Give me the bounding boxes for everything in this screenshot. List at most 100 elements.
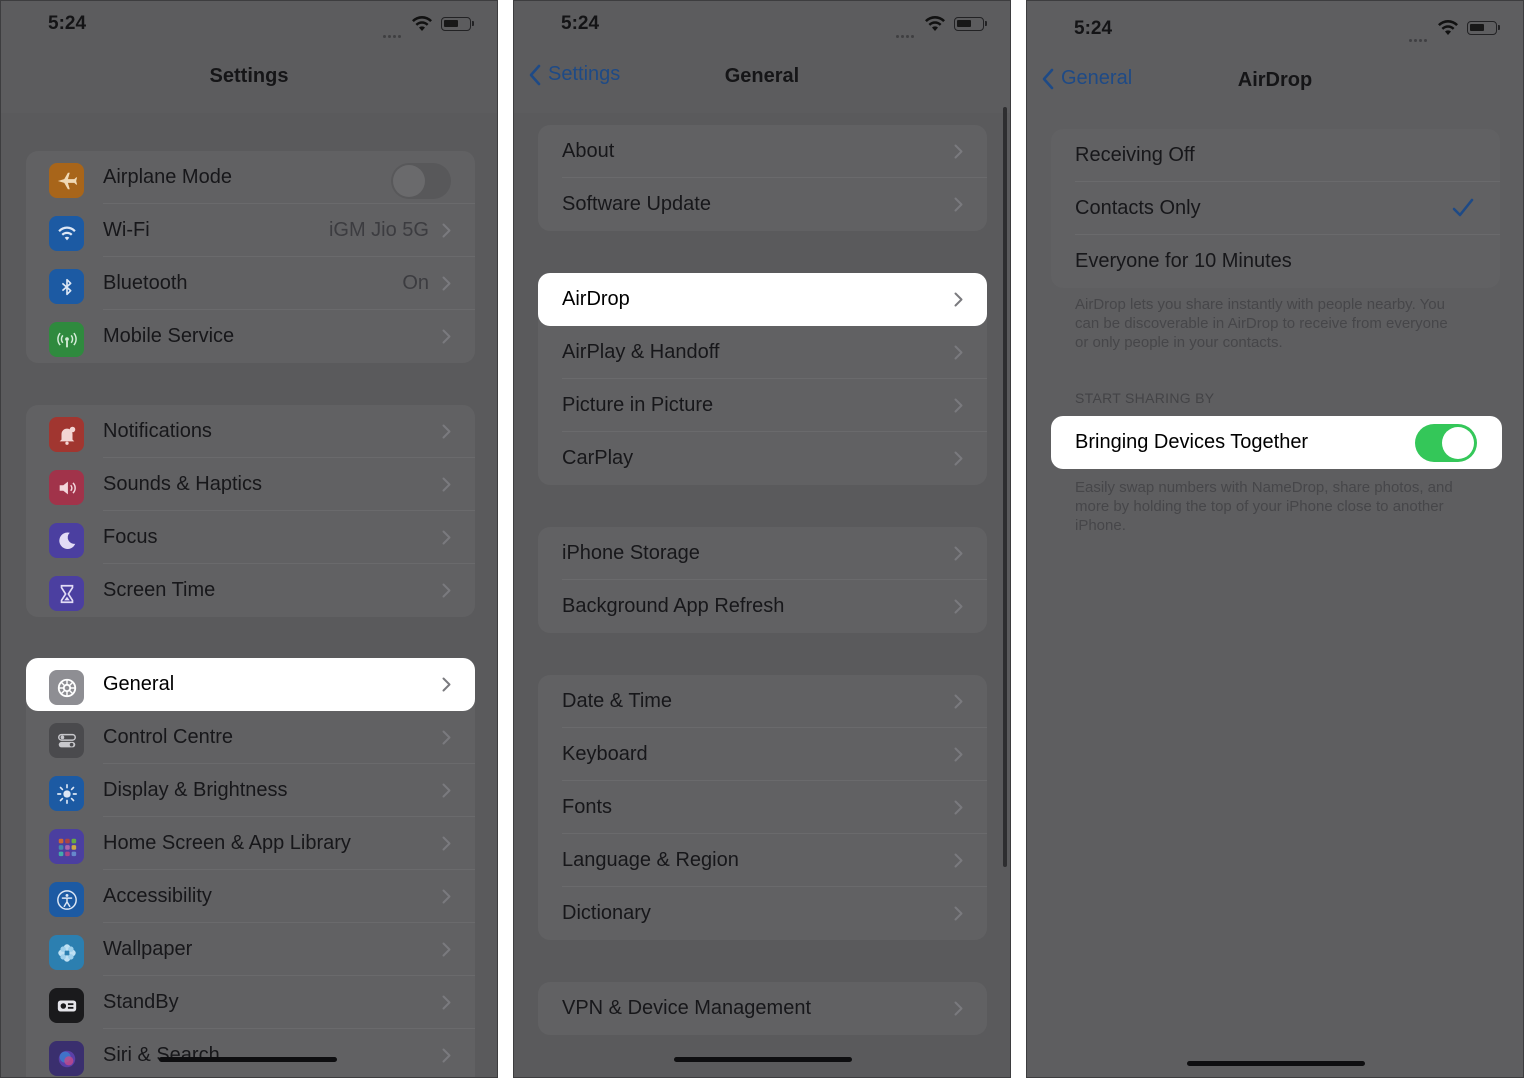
- chevron-right-icon: [442, 424, 451, 439]
- bringing-devices-together-toggle[interactable]: [1415, 424, 1477, 462]
- switches-icon: [49, 723, 84, 758]
- antenna-icon: [49, 322, 84, 357]
- general-row-language-and-region[interactable]: Language & Region: [538, 834, 987, 887]
- checkmark-icon: [1452, 198, 1474, 217]
- settings-row-standby[interactable]: StandBy: [26, 976, 475, 1029]
- settings-row-notifications[interactable]: Notifications: [26, 405, 475, 458]
- settings-group-general: General Control Centre Display & Brightnes…: [26, 658, 475, 1077]
- settings-row-wi-fi[interactable]: Wi-Fi iGM Jio 5G: [26, 204, 475, 257]
- chevron-right-icon: [442, 730, 451, 745]
- general-group-storage: iPhone Storage Background App Refresh: [538, 527, 987, 633]
- general-row-label: AirDrop: [562, 288, 630, 310]
- bringing-devices-description: Easily swap numbers with NameDrop, share…: [1075, 479, 1453, 534]
- airdrop-option-contacts-only[interactable]: Contacts Only: [1051, 182, 1500, 235]
- airdrop-option-everyone-for-10-minutes[interactable]: Everyone for 10 Minutes: [1051, 235, 1500, 288]
- settings-row-value: On: [402, 272, 429, 294]
- speaker-icon: [49, 470, 84, 505]
- page-title: AirDrop: [1237, 69, 1313, 91]
- home-indicator[interactable]: [1187, 1061, 1365, 1066]
- general-row-carplay[interactable]: CarPlay: [538, 432, 987, 485]
- wifi-status-icon: [925, 15, 945, 31]
- airplane-mode-toggle[interactable]: [391, 163, 451, 199]
- settings-row-label: Home Screen & App Library: [103, 832, 351, 854]
- settings-row-screen-time[interactable]: Screen Time: [26, 564, 475, 617]
- general-row-airplay-and-handoff[interactable]: AirPlay & Handoff: [538, 326, 987, 379]
- chevron-right-icon: [954, 906, 963, 921]
- settings-row-bluetooth[interactable]: Bluetooth On: [26, 257, 475, 310]
- general-row-vpn-and-device-management[interactable]: VPN & Device Management: [538, 982, 987, 1035]
- general-row-label: Date & Time: [562, 690, 673, 712]
- general-row-label: AirPlay & Handoff: [562, 341, 720, 363]
- settings-row-label: Wallpaper: [103, 938, 193, 960]
- airdrop-option-label: Everyone for 10 Minutes: [1075, 250, 1292, 272]
- general-row-date-and-time[interactable]: Date & Time: [538, 675, 987, 728]
- section-header-start-sharing: START SHARING BY: [1075, 390, 1215, 406]
- chevron-right-icon: [954, 144, 963, 159]
- status-icons: [1407, 19, 1500, 42]
- general-row-airdrop[interactable]: AirDrop: [538, 273, 987, 326]
- bringing-devices-together-row: Bringing Devices Together: [1051, 416, 1502, 469]
- chevron-right-icon: [442, 530, 451, 545]
- chevron-right-icon: [954, 398, 963, 413]
- general-row-fonts[interactable]: Fonts: [538, 781, 987, 834]
- wifi-status-icon: [1438, 19, 1458, 35]
- cellular-dots-icon: [383, 25, 405, 38]
- settings-row-label: Bluetooth: [103, 272, 188, 294]
- general-row-label: Dictionary: [562, 902, 651, 924]
- chevron-right-icon: [442, 1048, 451, 1063]
- general-row-label: Software Update: [562, 193, 711, 215]
- settings-row-mobile-service[interactable]: Mobile Service: [26, 310, 475, 363]
- general-row-keyboard[interactable]: Keyboard: [538, 728, 987, 781]
- status-icons: [894, 15, 987, 38]
- settings-row-general[interactable]: General: [26, 658, 475, 711]
- settings-row-label: Display & Brightness: [103, 779, 288, 801]
- general-row-picture-in-picture[interactable]: Picture in Picture: [538, 379, 987, 432]
- siri-icon: [49, 1041, 84, 1076]
- page-title: Settings: [209, 65, 289, 87]
- home-indicator[interactable]: [159, 1057, 337, 1062]
- sun-icon: [49, 776, 84, 811]
- wifi-status-icon: [412, 15, 432, 31]
- chevron-right-icon: [442, 329, 451, 344]
- bluetooth-icon: [49, 269, 84, 304]
- battery-icon: [954, 17, 987, 31]
- settings-row-accessibility[interactable]: Accessibility: [26, 870, 475, 923]
- wifi-icon: [49, 216, 84, 251]
- page-title: General: [724, 65, 800, 87]
- settings-row-focus[interactable]: Focus: [26, 511, 475, 564]
- grid-icon: [49, 829, 84, 864]
- battery-icon: [441, 17, 474, 31]
- chevron-right-icon: [954, 345, 963, 360]
- chevron-right-icon: [442, 889, 451, 904]
- accessibility-icon: [49, 882, 84, 917]
- airdrop-option-label: Contacts Only: [1075, 197, 1201, 219]
- airdrop-screen: 5:24 General AirDrop Receiving Off Contac…: [1026, 0, 1524, 1078]
- general-row-iphone-storage[interactable]: iPhone Storage: [538, 527, 987, 580]
- chevron-right-icon: [442, 477, 451, 492]
- general-row-dictionary[interactable]: Dictionary: [538, 887, 987, 940]
- settings-row-control-centre[interactable]: Control Centre: [26, 711, 475, 764]
- general-group-airdrop: AirDrop AirPlay & Handoff Picture in Pictu…: [538, 273, 987, 485]
- settings-group-notifications: Notifications Sounds & Haptics Focus Screen…: [26, 405, 475, 617]
- chevron-right-icon: [954, 694, 963, 709]
- general-row-background-app-refresh[interactable]: Background App Refresh: [538, 580, 987, 633]
- general-row-label: About: [562, 140, 615, 162]
- standby-icon: [49, 988, 84, 1023]
- settings-row-sounds-and-haptics[interactable]: Sounds & Haptics: [26, 458, 475, 511]
- settings-row-label: Control Centre: [103, 726, 234, 748]
- chevron-right-icon: [442, 223, 451, 238]
- settings-row-home-screen-and-app-library[interactable]: Home Screen & App Library: [26, 817, 475, 870]
- scrollbar[interactable]: [1003, 107, 1007, 867]
- chevron-right-icon: [954, 292, 963, 307]
- general-row-about[interactable]: About: [538, 125, 987, 178]
- general-row-software-update[interactable]: Software Update: [538, 178, 987, 231]
- home-indicator[interactable]: [674, 1057, 852, 1062]
- settings-row-wallpaper[interactable]: Wallpaper: [26, 923, 475, 976]
- settings-row-airplane-mode[interactable]: Airplane Mode: [26, 151, 475, 204]
- settings-row-siri-and-search[interactable]: Siri & Search: [26, 1029, 475, 1077]
- airdrop-receiving-options: Receiving Off Contacts Only Everyone for 1…: [1051, 129, 1500, 288]
- general-row-label: Picture in Picture: [562, 394, 714, 416]
- airplane-icon: [49, 163, 84, 198]
- settings-row-display-and-brightness[interactable]: Display & Brightness: [26, 764, 475, 817]
- airdrop-option-receiving-off[interactable]: Receiving Off: [1051, 129, 1500, 182]
